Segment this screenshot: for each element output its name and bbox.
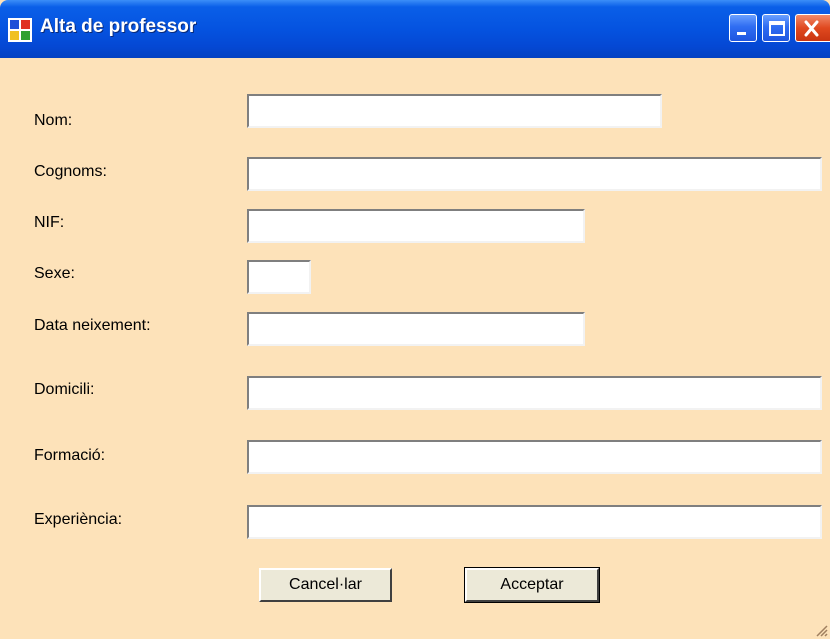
cognoms-label: Cognoms:: [34, 163, 107, 180]
maximize-icon: [769, 21, 785, 36]
formacio-input[interactable]: [247, 440, 822, 474]
sexe-label: Sexe:: [34, 265, 75, 282]
experiencia-input[interactable]: [247, 505, 822, 539]
sexe-input[interactable]: [247, 260, 311, 294]
resize-grip-icon[interactable]: [812, 621, 828, 637]
domicili-label: Domicili:: [34, 381, 95, 398]
domicili-input[interactable]: [247, 376, 822, 410]
window-title: Alta de professor: [40, 16, 197, 37]
minimize-button[interactable]: [729, 14, 757, 42]
maximize-button[interactable]: [762, 14, 790, 42]
nif-input[interactable]: [247, 209, 585, 243]
close-icon: [804, 20, 819, 37]
nom-input[interactable]: [247, 94, 662, 128]
data-neixement-label: Data neixement:: [34, 317, 151, 334]
nif-label: NIF:: [34, 214, 65, 231]
alta-professor-window: Alta de professor Nom: Cognoms: NIF: Sex…: [0, 0, 830, 639]
cancel-button[interactable]: Cancel·lar: [259, 568, 392, 602]
cognoms-input[interactable]: [247, 157, 822, 191]
app-icon[interactable]: [8, 18, 32, 42]
accept-button[interactable]: Acceptar: [464, 567, 600, 603]
experiencia-label: Experiència:: [34, 511, 123, 528]
data-neixement-input[interactable]: [247, 312, 585, 346]
close-button[interactable]: [795, 14, 830, 42]
title-bar[interactable]: Alta de professor: [0, 0, 830, 58]
nom-label: Nom:: [34, 112, 73, 129]
minimize-icon: [737, 32, 746, 35]
formacio-label: Formació:: [34, 447, 106, 464]
